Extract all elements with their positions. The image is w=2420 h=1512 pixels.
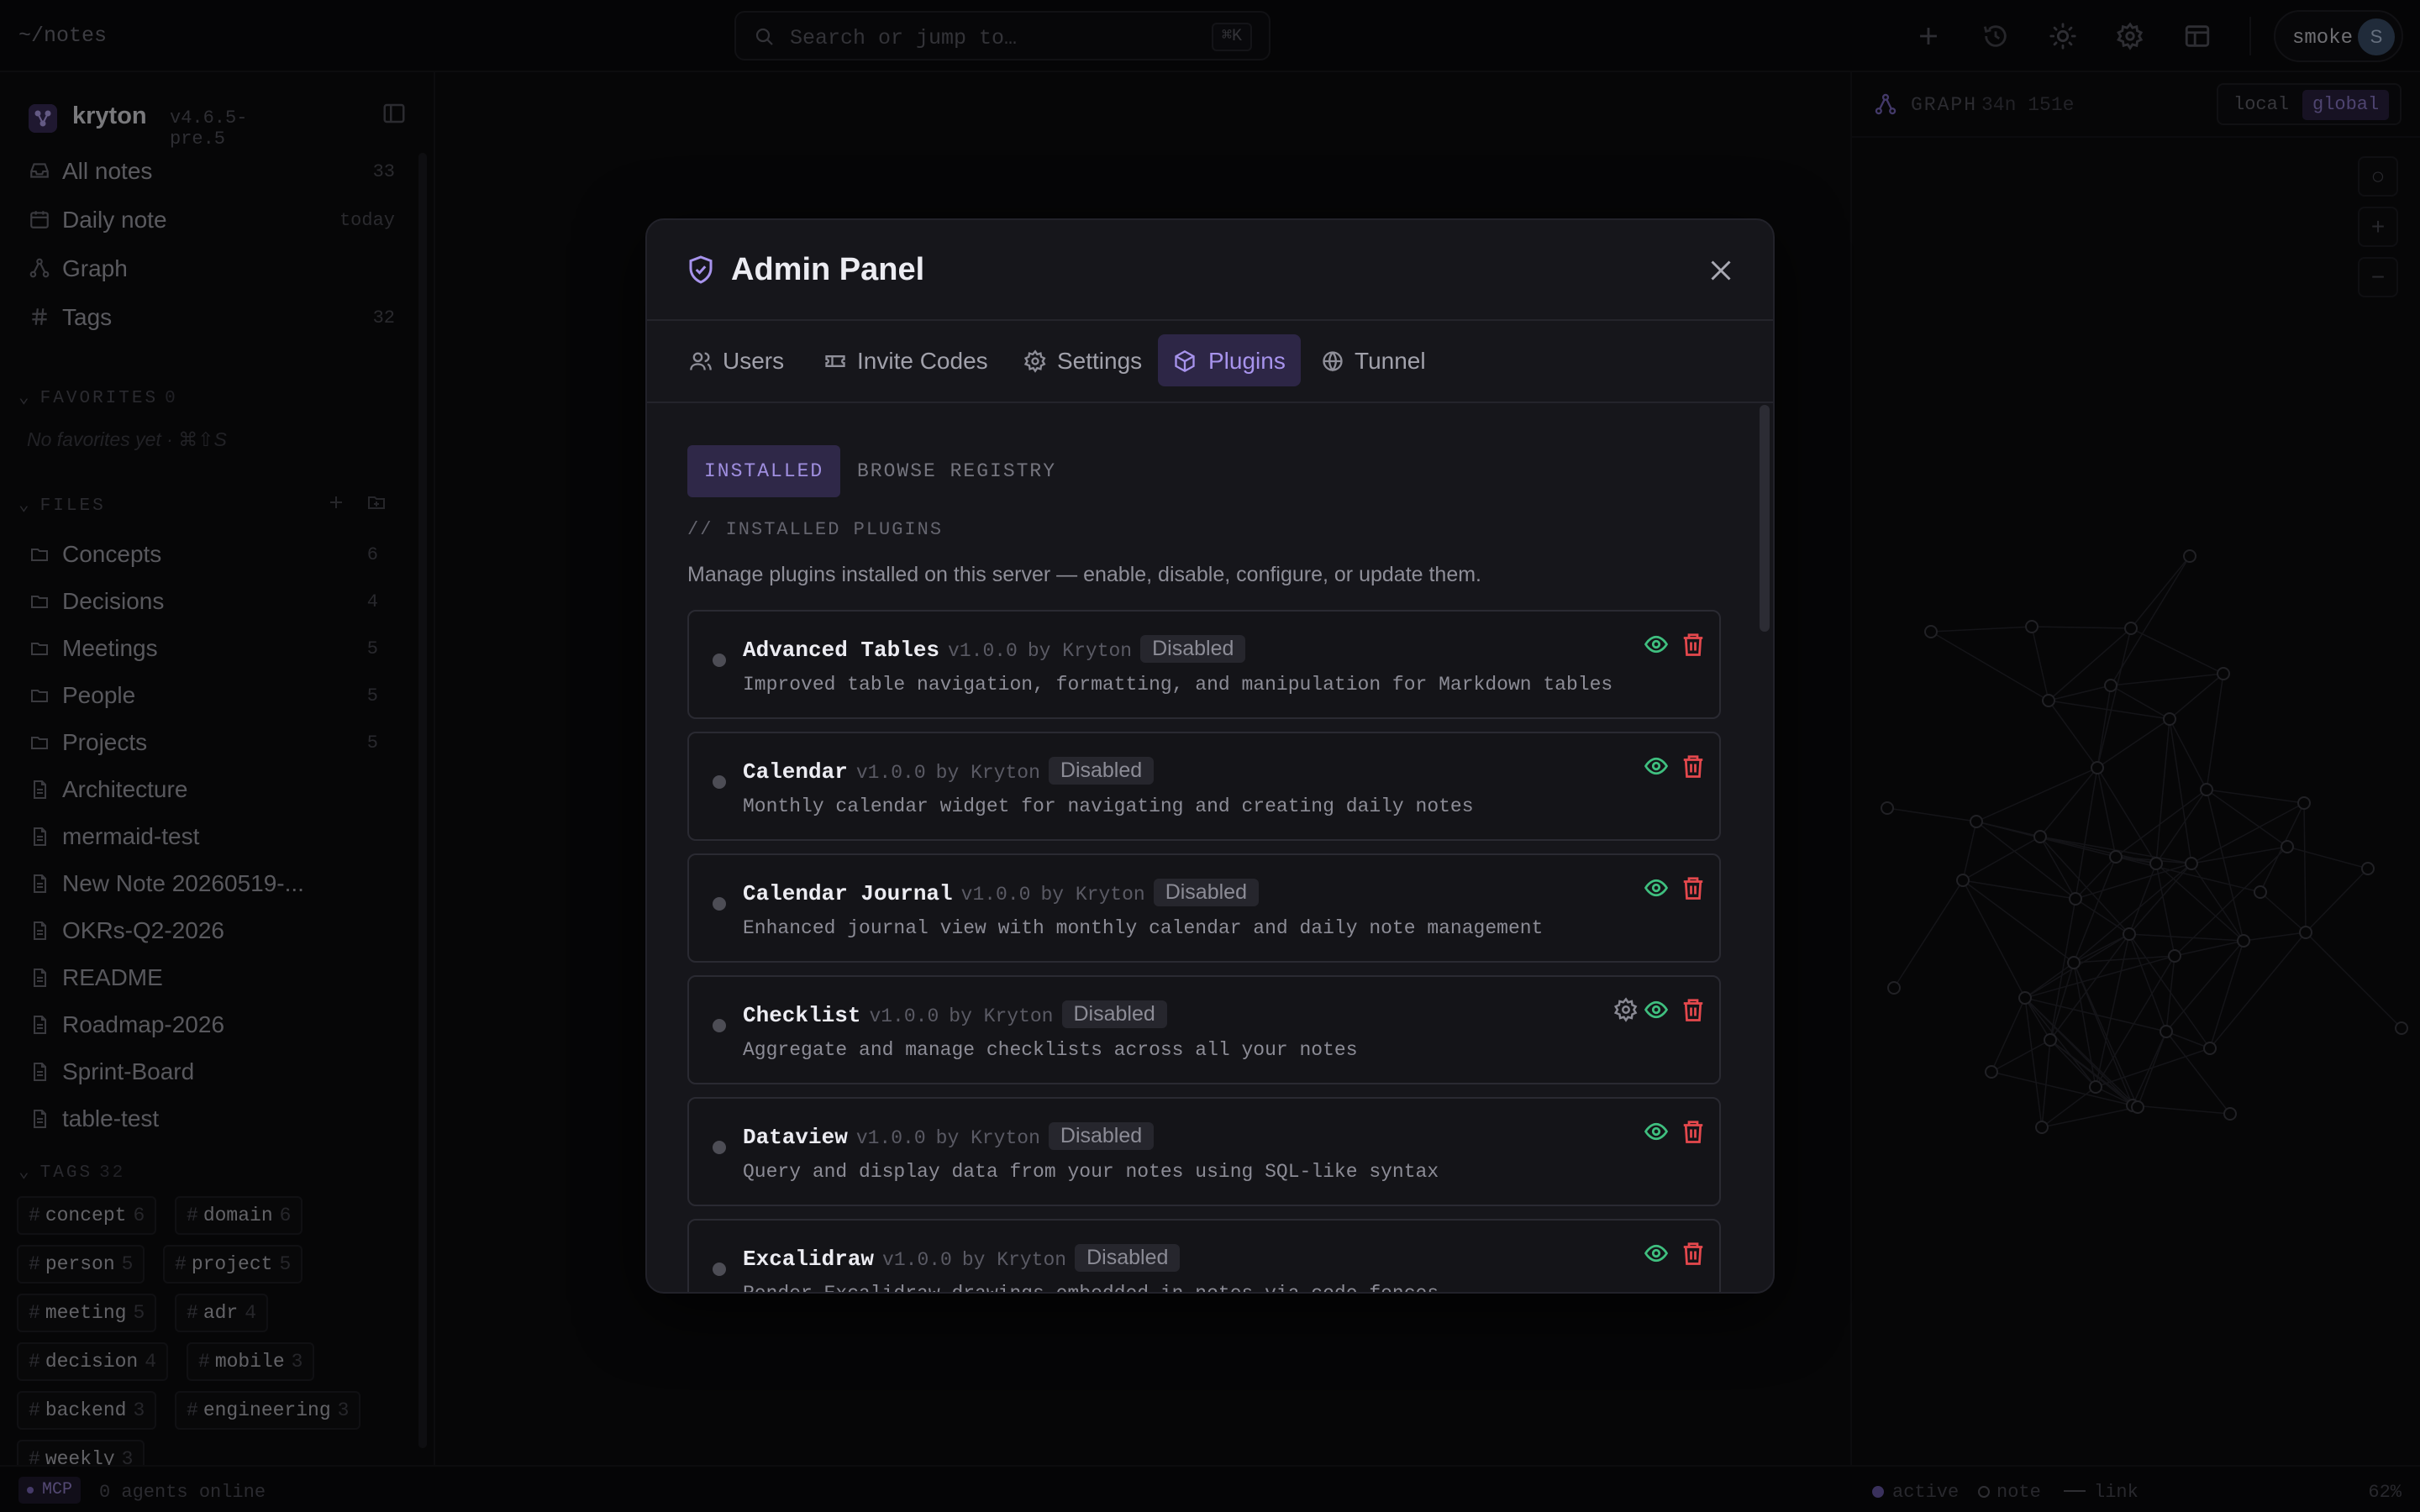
- users-icon: [690, 352, 712, 370]
- browse-registry-tab[interactable]: BROWSE REGISTRY: [840, 445, 1073, 497]
- tab-label: Plugins: [1208, 348, 1286, 374]
- plugin-header: Checklist v1.0.0 by Kryton Disabled: [743, 1000, 1167, 1028]
- plugin-version: v1.0.0: [855, 762, 926, 784]
- package-icon: [1175, 349, 1195, 373]
- plugin-name: Excalidraw: [743, 1247, 875, 1272]
- globe-icon: [1323, 351, 1343, 372]
- plugin-version: v1.0.0: [882, 1249, 952, 1271]
- delete-trash-icon[interactable]: [1681, 875, 1706, 900]
- plugin-card: Advanced Tables v1.0.0 by Kryton Disabled Im…: [687, 610, 1721, 719]
- plugin-status-dot: [713, 775, 726, 789]
- gear-icon: [1023, 349, 1046, 373]
- plugin-version: v1.0.0: [869, 1005, 939, 1027]
- status-badge: Disabled: [1048, 757, 1155, 785]
- tab-invite-codes[interactable]: Invite Codes: [820, 334, 1005, 386]
- enable-eye-icon[interactable]: [1644, 1119, 1669, 1144]
- section-description: Manage plugins installed on this server …: [687, 563, 1482, 586]
- delete-trash-icon[interactable]: [1681, 753, 1706, 779]
- tab-settings[interactable]: Settings: [1020, 334, 1155, 386]
- plugin-card: Calendar v1.0.0 by Kryton Disabled Monthly c…: [687, 732, 1721, 841]
- tab-label: Tunnel: [1355, 348, 1426, 374]
- admin-panel-modal: Admin Panel Users Invite Codes Settings …: [645, 218, 1775, 1294]
- delete-trash-icon[interactable]: [1681, 632, 1706, 657]
- plugin-author: by Kryton: [935, 1127, 1040, 1149]
- plugin-header: Dataview v1.0.0 by Kryton Disabled: [743, 1122, 1155, 1150]
- enable-eye-icon[interactable]: [1644, 997, 1669, 1022]
- plugin-status-dot: [713, 654, 726, 667]
- plugin-description: Query and display data from your notes u…: [743, 1161, 1439, 1183]
- tab-label: Users: [723, 348, 785, 374]
- plugin-description: Enhanced journal view with monthly calen…: [743, 917, 1544, 939]
- modal-title: Admin Panel: [731, 252, 925, 287]
- plugin-header: Calendar v1.0.0 by Kryton Disabled: [743, 757, 1155, 785]
- plugin-author: by Kryton: [1040, 884, 1145, 906]
- enable-eye-icon[interactable]: [1644, 875, 1669, 900]
- plugin-name: Calendar: [743, 759, 848, 785]
- plugin-card: Excalidraw v1.0.0 by Kryton Disabled Render …: [687, 1219, 1721, 1294]
- section-label: // INSTALLED PLUGINS: [687, 519, 944, 540]
- modal-header: Admin Panel: [647, 220, 1773, 321]
- status-badge: Disabled: [1075, 1244, 1181, 1272]
- tab-label: Invite Codes: [857, 348, 988, 374]
- enable-eye-icon[interactable]: [1644, 1241, 1669, 1266]
- plugin-card: Calendar Journal v1.0.0 by Kryton Disabled E…: [687, 853, 1721, 963]
- close-icon[interactable]: [1706, 255, 1736, 286]
- plugin-status-dot: [713, 1141, 726, 1154]
- plugin-status-dot: [713, 1019, 726, 1032]
- tab-users[interactable]: Users: [686, 334, 795, 386]
- enable-eye-icon[interactable]: [1644, 632, 1669, 657]
- delete-trash-icon[interactable]: [1681, 1241, 1706, 1266]
- installed-tab[interactable]: INSTALLED: [687, 445, 841, 497]
- plugin-version: v1.0.0: [855, 1127, 926, 1149]
- plugin-name: Calendar Journal: [743, 881, 953, 906]
- modal-scrollbar[interactable]: [1760, 405, 1770, 1292]
- admin-tabs: Users Invite Codes Settings Plugins Tunn…: [647, 321, 1773, 403]
- delete-trash-icon[interactable]: [1681, 997, 1706, 1022]
- status-badge: Disabled: [1153, 879, 1259, 906]
- plugin-header: Excalidraw v1.0.0 by Kryton Disabled: [743, 1244, 1181, 1272]
- delete-trash-icon[interactable]: [1681, 1119, 1706, 1144]
- plugin-author: by Kryton: [961, 1249, 1067, 1271]
- shield-check-icon: [689, 255, 713, 284]
- plugin-card: Checklist v1.0.0 by Kryton Disabled Aggregat…: [687, 975, 1721, 1084]
- tab-tunnel[interactable]: Tunnel: [1318, 334, 1444, 386]
- plugin-author: by Kryton: [949, 1005, 1054, 1027]
- plugin-version: v1.0.0: [948, 640, 1018, 662]
- ticket-icon: [825, 355, 845, 367]
- plugin-settings-gear-icon[interactable]: [1613, 997, 1639, 1022]
- plugin-version: v1.0.0: [960, 884, 1031, 906]
- plugin-author: by Kryton: [1027, 640, 1133, 662]
- tab-label: Settings: [1057, 348, 1143, 374]
- plugin-status-dot: [713, 1263, 726, 1276]
- plugin-card: Dataview v1.0.0 by Kryton Disabled Query and…: [687, 1097, 1721, 1206]
- status-badge: Disabled: [1061, 1000, 1167, 1028]
- plugin-name: Checklist: [743, 1003, 861, 1028]
- status-badge: Disabled: [1048, 1122, 1155, 1150]
- tab-plugins[interactable]: Plugins: [1158, 334, 1301, 386]
- plugin-description: Aggregate and manage checklists across a…: [743, 1039, 1358, 1061]
- plugin-description: Improved table navigation, formatting, a…: [743, 674, 1613, 696]
- plugin-description: Render Excalidraw drawings embedded in n…: [743, 1283, 1439, 1294]
- status-badge: Disabled: [1140, 635, 1246, 663]
- plugin-author: by Kryton: [935, 762, 1040, 784]
- plugin-header: Calendar Journal v1.0.0 by Kryton Disabled: [743, 879, 1259, 906]
- plugin-name: Dataview: [743, 1125, 848, 1150]
- plugin-status-dot: [713, 897, 726, 911]
- plugin-name: Advanced Tables: [743, 638, 940, 663]
- plugin-header: Advanced Tables v1.0.0 by Kryton Disabled: [743, 635, 1246, 663]
- enable-eye-icon[interactable]: [1644, 753, 1669, 779]
- plugin-description: Monthly calendar widget for navigating a…: [743, 795, 1474, 817]
